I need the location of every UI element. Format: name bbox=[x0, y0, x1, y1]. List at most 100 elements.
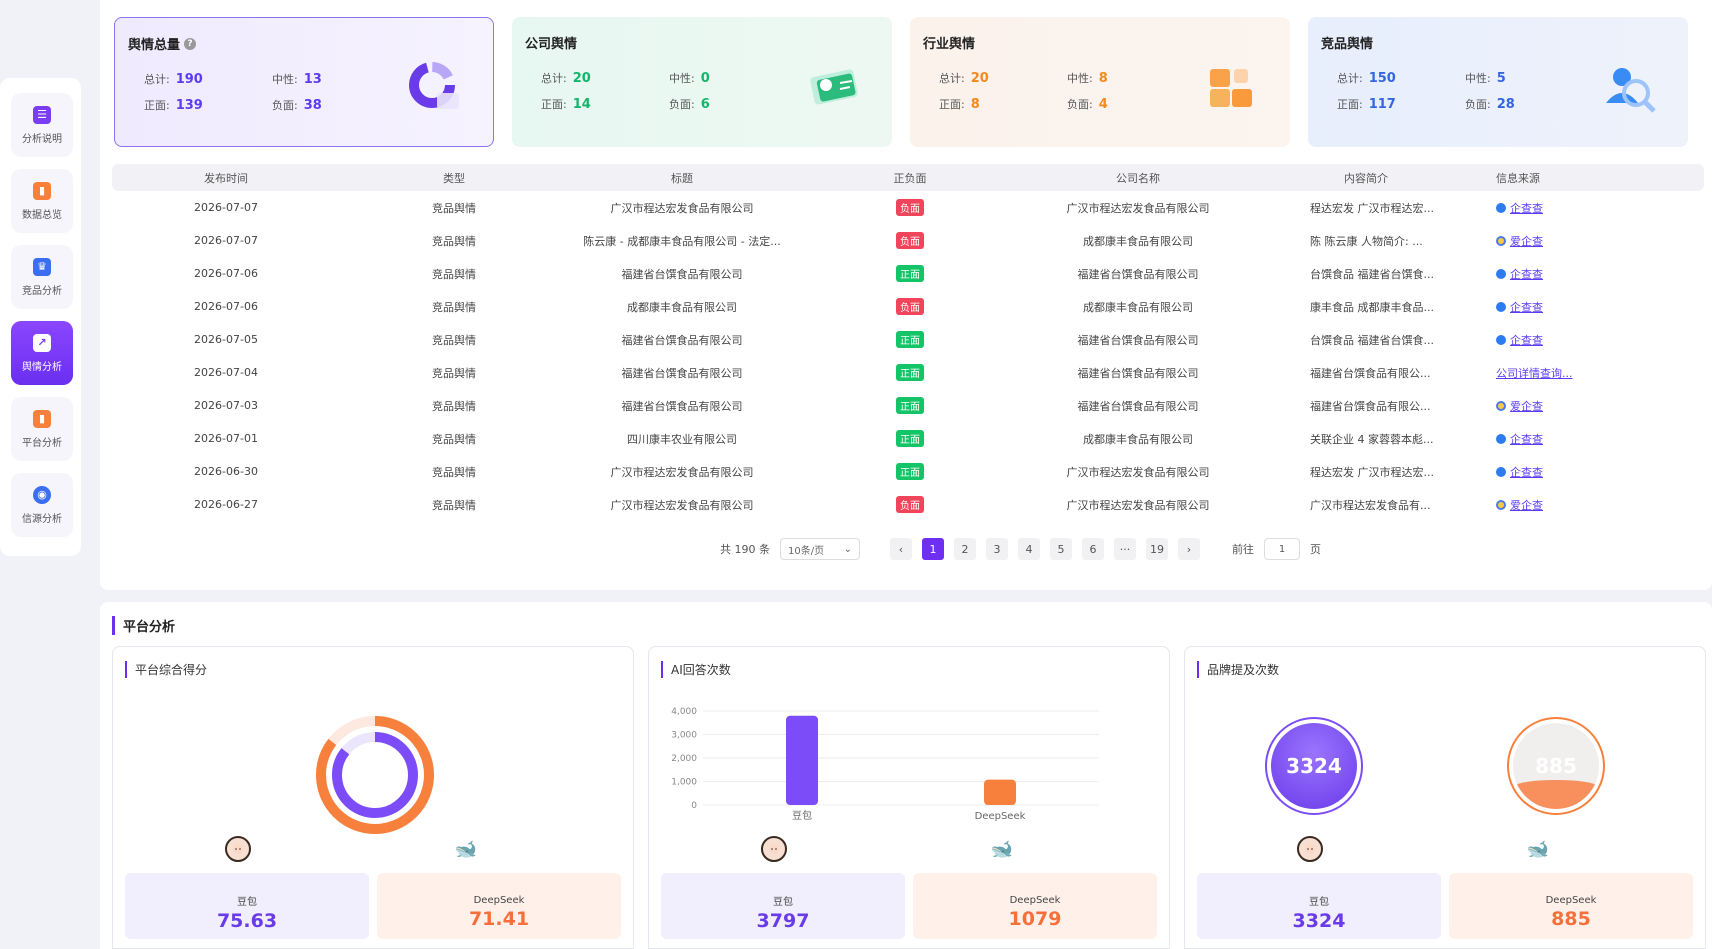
platform-name: 豆包 bbox=[773, 896, 793, 908]
table-row[interactable]: 2026-07-04 竞品舆情 福建省台馔食品有限公司 正面 福建省台馔食品有限公司 福建… bbox=[112, 356, 1704, 389]
table-row[interactable]: 2026-06-27 竞品舆情 广汉市程达宏发食品有限公司 负面 广汉市程达宏发食品有限… bbox=[112, 488, 1704, 521]
cell-company: 福建省台馔食品有限公司 bbox=[1077, 267, 1199, 281]
header-company: 公司名称 bbox=[1116, 171, 1160, 185]
cell-date: 2026-06-30 bbox=[194, 465, 258, 478]
card-total-sentiment[interactable]: 舆情总量 ? 总计: 190 中性: 13 正面: 139 负面: 38 bbox=[114, 17, 494, 147]
source-link[interactable]: 爱企查 bbox=[1496, 497, 1543, 513]
cell-title[interactable]: 广汉市程达宏发食品有限公司 bbox=[568, 497, 796, 513]
stat-label: 总计: bbox=[939, 72, 965, 85]
cell-title[interactable]: 成都康丰食品有限公司 bbox=[568, 299, 796, 315]
stat-label: 负面: bbox=[272, 99, 298, 112]
bar-1[interactable] bbox=[984, 779, 1016, 805]
table-row[interactable]: 2026-07-06 竞品舆情 福建省台馔食品有限公司 正面 福建省台馔食品有限公司 台馔… bbox=[112, 257, 1704, 290]
bar-0[interactable] bbox=[786, 715, 818, 805]
sidebar-item-analysis-notes[interactable]: ☰ 分析说明 bbox=[11, 93, 73, 157]
doubao-avatar bbox=[1297, 836, 1323, 862]
source-link[interactable]: 爱企查 bbox=[1496, 398, 1543, 414]
cell-company: 福建省台馔食品有限公司 bbox=[1077, 399, 1199, 413]
cell-title[interactable]: 福建省台馔食品有限公司 bbox=[568, 266, 796, 282]
pagination: 共 190 条 10条/页 ⌄ ‹ 1 2 3 4 5 6 ··· 19 › 前往 1 页 bbox=[720, 538, 1321, 560]
cell-title[interactable]: 福建省台馔食品有限公司 bbox=[568, 365, 796, 381]
next-page-button[interactable]: › bbox=[1178, 538, 1200, 560]
page-size-value: 10条/页 bbox=[788, 545, 825, 557]
cell-title[interactable]: 福建省台馔食品有限公司 bbox=[568, 332, 796, 348]
table-row[interactable]: 2026-07-05 竞品舆情 福建省台馔食品有限公司 正面 福建省台馔食品有限公司 台馔… bbox=[112, 323, 1704, 356]
stat-label: 正面: bbox=[144, 99, 170, 112]
table-row[interactable]: 2026-07-07 竞品舆情 陈云康 - 成都康丰食品有限公司 - 法定... 负面… bbox=[112, 224, 1704, 257]
stat-value: 150 bbox=[1368, 71, 1396, 86]
cell-sentiment: 负面 bbox=[796, 298, 1024, 315]
source-link[interactable]: 公司详情查询... bbox=[1496, 365, 1573, 381]
source-name: 企查查 bbox=[1510, 465, 1543, 479]
sidebar-item-label: 分析说明 bbox=[22, 133, 62, 145]
table-row[interactable]: 2026-07-01 竞品舆情 四川康丰农业有限公司 正面 成都康丰食品有限公司 关联企业… bbox=[112, 422, 1704, 455]
sidebar-item-sentiment-analysis[interactable]: ↗ 舆情分析 bbox=[11, 321, 73, 385]
stat-negative: 负面: 38 bbox=[272, 97, 400, 113]
sentiment-panel: 舆情总量 ? 总计: 190 中性: 13 正面: 139 负面: 38 公司舆情 总计… bbox=[100, 0, 1712, 590]
stat-positive: 正面: 117 bbox=[1337, 96, 1465, 112]
cell-company: 成都康丰食品有限公司 bbox=[1083, 432, 1193, 446]
page-button[interactable]: 2 bbox=[954, 538, 976, 560]
bar-chart-icon: ▮ bbox=[33, 181, 51, 200]
score-deepseek: DeepSeek 71.41 bbox=[377, 873, 621, 939]
x-tick-label: 豆包 bbox=[792, 809, 812, 822]
cell-sentiment: 负面 bbox=[796, 199, 1024, 216]
cell-title[interactable]: 广汉市程达宏发食品有限公司 bbox=[568, 200, 796, 216]
bar-chart-icon: ▮ bbox=[33, 409, 51, 428]
table-row[interactable]: 2026-07-07 竞品舆情 广汉市程达宏发食品有限公司 负面 广汉市程达宏发食品有限… bbox=[112, 191, 1704, 224]
stat-total: 总计: 20 bbox=[939, 70, 1067, 86]
table-body: 2026-07-07 竞品舆情 广汉市程达宏发食品有限公司 负面 广汉市程达宏发食品有限… bbox=[112, 191, 1704, 521]
cell-title[interactable]: 四川康丰农业有限公司 bbox=[568, 431, 796, 447]
source-link[interactable]: 企查查 bbox=[1496, 200, 1543, 216]
y-tick-label: 1,000 bbox=[671, 778, 697, 788]
goto-page-input[interactable]: 1 bbox=[1264, 538, 1300, 560]
page-button[interactable]: 6 bbox=[1082, 538, 1104, 560]
page-size-select[interactable]: 10条/页 ⌄ bbox=[780, 538, 860, 560]
page-button[interactable]: 5 bbox=[1050, 538, 1072, 560]
sidebar-item-source-analysis[interactable]: ◉ 信源分析 bbox=[11, 473, 73, 537]
prev-page-button[interactable]: ‹ bbox=[890, 538, 912, 560]
cell-type: 竞品舆情 bbox=[432, 498, 476, 512]
card-competitor-sentiment[interactable]: 竞品舆情 总计: 150 中性: 5 正面: 117 负面: 28 bbox=[1308, 17, 1688, 147]
table-row[interactable]: 2026-06-30 竞品舆情 广汉市程达宏发食品有限公司 正面 广汉市程达宏发食品有限… bbox=[112, 455, 1704, 488]
stat-neutral: 中性: 0 bbox=[669, 70, 797, 86]
cell-company: 广汉市程达宏发食品有限公司 bbox=[1066, 498, 1210, 512]
cell-source: 公司详情查询... bbox=[1480, 365, 1704, 381]
source-link[interactable]: 企查查 bbox=[1496, 299, 1543, 315]
page-button[interactable]: 19 bbox=[1146, 538, 1168, 560]
source-link[interactable]: 企查查 bbox=[1496, 464, 1543, 480]
sentiment-table: 发布时间 类型 标题 正负面 公司名称 内容简介 信息来源 2026-07-07… bbox=[112, 164, 1704, 521]
stat-negative: 负面: 28 bbox=[1465, 96, 1593, 112]
stat-value: 117 bbox=[1368, 97, 1396, 112]
stat-negative: 负面: 6 bbox=[669, 96, 797, 112]
sidebar-item-data-overview[interactable]: ▮ 数据总览 bbox=[11, 169, 73, 233]
help-icon[interactable]: ? bbox=[184, 37, 197, 50]
cell-summary: 程达宏发 广汉市程达宏... bbox=[1310, 201, 1434, 215]
card-company-sentiment[interactable]: 公司舆情 总计: 20 中性: 0 正面: 14 负面: 6 bbox=[512, 17, 892, 147]
card-industry-sentiment[interactable]: 行业舆情 总计: 20 中性: 8 正面: 8 负面: 4 bbox=[910, 17, 1290, 147]
table-row[interactable]: 2026-07-06 竞品舆情 成都康丰食品有限公司 负面 成都康丰食品有限公司 康丰食品… bbox=[112, 290, 1704, 323]
page-button[interactable]: 3 bbox=[986, 538, 1008, 560]
stat-total: 总计: 20 bbox=[541, 70, 669, 86]
page-ellipsis[interactable]: ··· bbox=[1114, 538, 1136, 560]
cell-type: 竞品舆情 bbox=[432, 201, 476, 215]
source-link[interactable]: 企查查 bbox=[1496, 266, 1543, 282]
source-link[interactable]: 爱企查 bbox=[1496, 233, 1543, 249]
sidebar-item-competitor-analysis[interactable]: ♛ 竞品分析 bbox=[11, 245, 73, 309]
section-title: 平台分析 bbox=[112, 616, 175, 635]
page-button[interactable]: 1 bbox=[922, 538, 944, 560]
fill-level bbox=[1513, 779, 1599, 809]
cell-title[interactable]: 福建省台馔食品有限公司 bbox=[568, 398, 796, 414]
answers-doubao: 豆包 3797 bbox=[661, 873, 905, 939]
page-button[interactable]: 4 bbox=[1018, 538, 1040, 560]
platform-value: 75.63 bbox=[216, 909, 278, 932]
qichacha-icon bbox=[1496, 433, 1506, 444]
source-link[interactable]: 企查查 bbox=[1496, 332, 1543, 348]
stat-total: 总计: 150 bbox=[1337, 70, 1465, 86]
cell-title[interactable]: 广汉市程达宏发食品有限公司 bbox=[568, 464, 796, 480]
cell-date: 2026-06-27 bbox=[194, 498, 258, 511]
cell-title[interactable]: 陈云康 - 成都康丰食品有限公司 - 法定... bbox=[568, 233, 796, 249]
table-row[interactable]: 2026-07-03 竞品舆情 福建省台馔食品有限公司 正面 福建省台馔食品有限公司 福建… bbox=[112, 389, 1704, 422]
sidebar-item-platform-analysis[interactable]: ▮ 平台分析 bbox=[11, 397, 73, 461]
source-link[interactable]: 企查查 bbox=[1496, 431, 1543, 447]
